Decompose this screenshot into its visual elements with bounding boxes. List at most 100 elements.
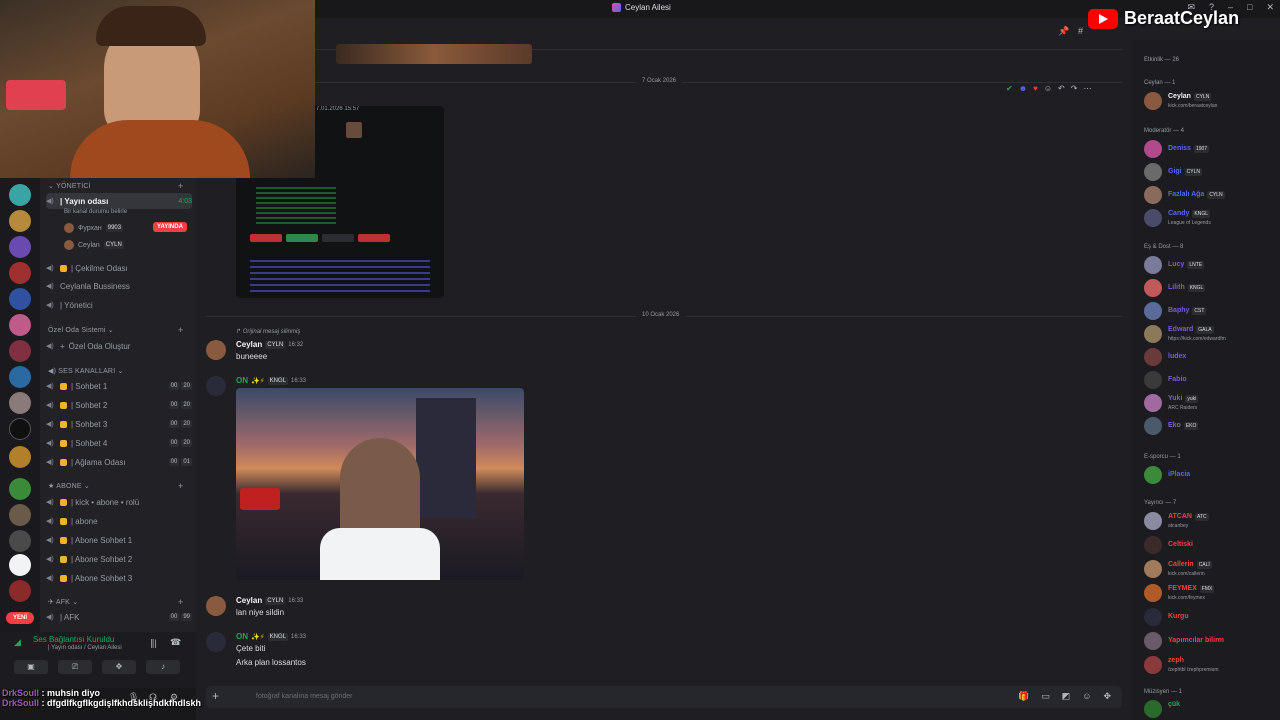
add-reaction-icon[interactable]: ☺	[1044, 84, 1052, 93]
server-icon[interactable]	[9, 262, 31, 284]
server-icon[interactable]	[9, 504, 31, 526]
server-icon[interactable]	[9, 314, 31, 336]
category-voice[interactable]: ◀) SES KANALLARI ⌄	[48, 367, 124, 375]
voice-user[interactable]: Ceylan CYLN	[64, 240, 124, 250]
add-channel-icon[interactable]: +	[178, 325, 183, 335]
member-item[interactable]: Yapımcılar bilirm	[1142, 630, 1278, 652]
category-private[interactable]: Özel Oda Sistemi ⌄ +	[48, 325, 183, 335]
forward-icon[interactable]: ↷	[1071, 84, 1078, 93]
message-author[interactable]: Ceylan CYLN 16:33	[236, 596, 303, 605]
member-item[interactable]: Deniss 1907	[1142, 138, 1278, 160]
avatar[interactable]	[206, 376, 226, 396]
image-attachment[interactable]	[236, 388, 524, 580]
server-icon[interactable]	[9, 580, 31, 602]
member-item[interactable]: FEYMEX FMX kick.com/feymex	[1142, 582, 1278, 604]
channel-create-room[interactable]: ◀) + Özel Oda Oluştur	[46, 338, 192, 354]
server-icon[interactable]	[9, 446, 31, 468]
channel-yonetici[interactable]: ◀) | Yönetici	[46, 297, 192, 313]
activity-button[interactable]: ✥	[102, 660, 136, 674]
member-item[interactable]: Callerin CALİ kick.com/callerin	[1142, 558, 1278, 580]
server-icon[interactable]	[9, 366, 31, 388]
member-item[interactable]: Lilith KNGL	[1142, 277, 1278, 299]
server-icon[interactable]	[9, 478, 31, 500]
server-icon[interactable]	[9, 554, 31, 576]
sub-channel[interactable]: ◀) | abone	[46, 513, 192, 529]
heart-reaction-icon[interactable]: ♥	[1033, 84, 1038, 93]
add-channel-icon[interactable]: +	[178, 181, 183, 191]
member-item[interactable]: Baphy CST	[1142, 300, 1278, 322]
maximize-button[interactable]: □	[1247, 2, 1252, 13]
avatar[interactable]	[206, 632, 226, 652]
gift-icon[interactable]: 🎁	[1018, 691, 1029, 702]
member-item[interactable]: Yuki yuki ARC Raiders	[1142, 392, 1278, 414]
message-author[interactable]: Ceylan CYLN 16:32	[236, 340, 303, 349]
category-afk[interactable]: ✈ AFK ⌄ +	[48, 597, 183, 607]
member-item[interactable]: Fazlalı Ağa CYLN	[1142, 184, 1278, 206]
sub-channel[interactable]: ◀) | Abone Sohbet 1	[46, 532, 192, 548]
camera-button[interactable]: ▣	[14, 660, 48, 674]
member-item[interactable]: Fabio	[1142, 369, 1278, 391]
member-item[interactable]: Eko EKO	[1142, 415, 1278, 437]
disconnect-icon[interactable]: ☎	[170, 637, 181, 648]
server-icon[interactable]	[9, 418, 31, 440]
soundboard-button[interactable]: ♪	[146, 660, 180, 674]
more-icon[interactable]: ⋯	[1083, 84, 1091, 93]
reply-icon[interactable]: ↶	[1058, 84, 1065, 93]
avatar[interactable]	[206, 596, 226, 616]
voice-user[interactable]: Фурхан 9903	[64, 223, 124, 233]
member-esport[interactable]: iPlacia	[1142, 464, 1278, 486]
message-composer[interactable]: + fotoğraf kanalına mesaj gönder 🎁 ▭ ◩ ☺…	[206, 686, 1122, 708]
server-icon[interactable]	[9, 210, 31, 232]
server-icon[interactable]	[9, 288, 31, 310]
message-author[interactable]: ON ✨⚡ KNGL 16:33	[236, 376, 306, 385]
category-admin[interactable]: ⌄ YÖNETİCİ +	[48, 181, 183, 191]
member-item[interactable]: ATCAN ATC atcanbey	[1142, 510, 1278, 532]
sub-channel[interactable]: ◀) | Abone Sohbet 3	[46, 570, 192, 586]
member-item[interactable]: zeph/zephtbl /zephpremium	[1142, 654, 1278, 676]
member-item[interactable]: Gigi CYLN	[1142, 161, 1278, 183]
add-channel-icon[interactable]: +	[178, 597, 183, 607]
threads-icon[interactable]: #	[1078, 26, 1083, 36]
voice-channel[interactable]: ◀) | Sohbet 2 00 20	[46, 397, 192, 413]
gif-icon[interactable]: ▭	[1041, 691, 1050, 702]
emoji-icon[interactable]: ☺	[1082, 691, 1091, 702]
message-author[interactable]: ON ✨⚡ KNGL 16:33	[236, 632, 306, 641]
previous-image[interactable]	[336, 44, 532, 64]
category-sub[interactable]: ★ ABONE ⌄ +	[48, 481, 183, 491]
pin-icon[interactable]: 📌	[1058, 26, 1069, 37]
server-icon[interactable]	[9, 340, 31, 362]
add-channel-icon[interactable]: +	[178, 481, 183, 491]
sub-channel[interactable]: ◀) | kick • abone • rolü	[46, 494, 192, 510]
member-item[interactable]: Lucy LNTE	[1142, 254, 1278, 276]
avatar[interactable]	[206, 340, 226, 360]
channel-cekilme[interactable]: ◀) | Çekilme Odası	[46, 260, 192, 276]
voice-channel[interactable]: ◀) | Ağlama Odası 00 01	[46, 454, 192, 470]
channel-afk[interactable]: ◀) | AFK 00 99	[46, 609, 192, 625]
voice-channel[interactable]: ◀) | Sohbet 4 00 20	[46, 435, 192, 451]
check-reaction-icon[interactable]: ✔	[1006, 84, 1013, 93]
channel-business[interactable]: ◀) Ceylanla Bussiness	[46, 278, 192, 294]
voice-channel[interactable]: ◀) | Sohbet 1 00 20	[46, 378, 192, 394]
server-icon[interactable]	[9, 392, 31, 414]
sub-channel[interactable]: ◀) | Abone Sohbet 2	[46, 551, 192, 567]
sticker-icon[interactable]: ◩	[1062, 691, 1071, 702]
member-item[interactable]: Celtiski	[1142, 534, 1278, 556]
screen-share-button[interactable]: ⎚	[58, 660, 92, 674]
apps-icon[interactable]: ✥	[1103, 691, 1111, 702]
member-item[interactable]: Kurgu	[1142, 606, 1278, 628]
member-item[interactable]: Edward GALA https://kick.com/edwardfm	[1142, 323, 1278, 345]
member-musician[interactable]: çük	[1142, 698, 1278, 720]
server-icon[interactable]	[9, 530, 31, 552]
close-button[interactable]: ✕	[1266, 2, 1274, 13]
server-icon[interactable]	[9, 184, 31, 206]
emoji-reaction-icon[interactable]: ☻	[1019, 84, 1027, 93]
voice-location[interactable]: | Yayın odası / Ceylan Ailesi	[48, 645, 122, 651]
reply-reference[interactable]: ↱ Orijinal mesaj silinmiş	[236, 328, 300, 335]
member-owner[interactable]: Ceylan CYLN kick.com/beraatceylan	[1142, 90, 1278, 112]
add-attachment-icon[interactable]: +	[212, 689, 219, 703]
noise-suppression-icon[interactable]: ∥|	[150, 638, 157, 649]
server-icon[interactable]	[9, 236, 31, 258]
channel-stream-room[interactable]: ◀) | Yayın odası 4:03	[46, 193, 192, 209]
voice-channel[interactable]: ◀) | Sohbet 3 00 20	[46, 416, 192, 432]
member-item[interactable]: ludex	[1142, 346, 1278, 368]
